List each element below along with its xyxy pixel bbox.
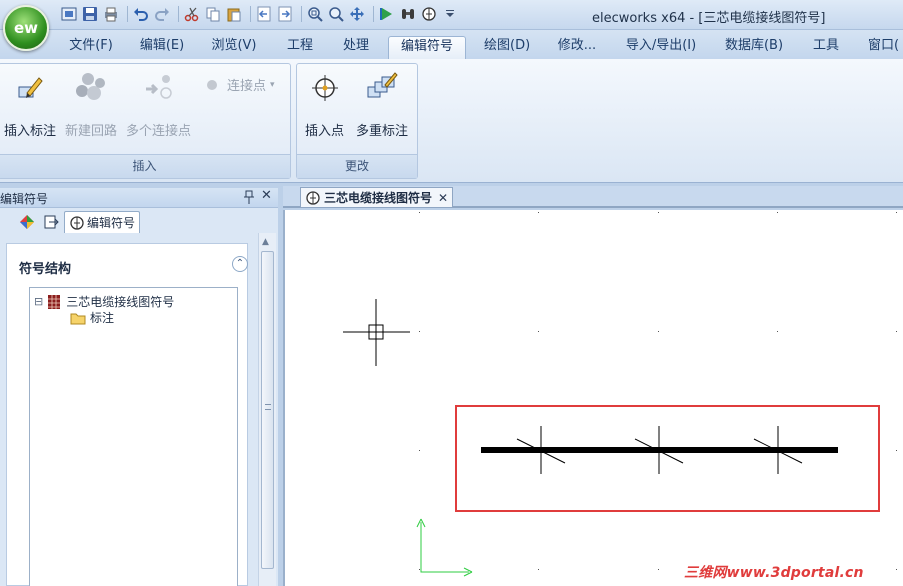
subtab-edit-symbol[interactable]: 编辑符号 (64, 211, 141, 233)
quick-access-toolbar (60, 4, 462, 24)
change-group-label: 更改 (297, 154, 417, 178)
panel-body: 符号结构 ⌃ ⊟ 三芯电缆接线图符号 标注 (0, 233, 278, 586)
document-tab-close[interactable]: ✕ (438, 191, 448, 205)
ribbon: 插入标注 新建回路 多个连接点 连接点 ▾ 插入 插入点 多重标注 更改 (0, 59, 903, 183)
forward-icon[interactable] (276, 5, 294, 23)
multi-annotation-icon (364, 70, 400, 106)
components-icon (20, 215, 34, 229)
ucs-axis-icon (416, 518, 473, 577)
copy-icon[interactable] (204, 5, 222, 23)
crosshair-icon (307, 70, 343, 106)
dropdown-icon[interactable] (441, 5, 459, 23)
watermark: 三维网www.3dportal.cn (684, 565, 864, 581)
tree-expander[interactable]: ⊟ (34, 295, 43, 308)
cut-icon[interactable] (183, 5, 201, 23)
tab-draw[interactable]: 绘图(D) (484, 36, 530, 59)
pin-icon[interactable] (244, 190, 254, 207)
insert-point-label: 插入点 (305, 124, 345, 139)
tab-edit[interactable]: 编辑(E) (139, 36, 185, 59)
new-circuit-button[interactable]: 新建回路 (65, 70, 117, 139)
tab-import-export[interactable]: 导入/导出(I) (624, 36, 698, 59)
connection-points-icon (141, 70, 177, 106)
tab-database[interactable]: 数据库(B) (724, 36, 784, 59)
multiple-connection-points-button[interactable]: 多个连接点 (126, 70, 191, 139)
scroll-up-icon[interactable]: ▲ (262, 237, 269, 247)
folder-icon (70, 313, 86, 324)
tree-item-root-label: 三芯电缆接线图符号 (66, 295, 175, 309)
tab-window[interactable]: 窗口( (868, 36, 903, 59)
circuit-spheres-icon (73, 70, 109, 106)
title-bar: elecworks x64 - [三芯电缆接线图符号] (0, 0, 903, 30)
drawing-canvas[interactable] (283, 210, 903, 586)
tree-item-root[interactable]: ⊟ 三芯电缆接线图符号 (34, 293, 174, 310)
panel-subtabs: 编辑符号 (0, 208, 278, 233)
symbol-icon (306, 190, 320, 205)
panel-scrollbar[interactable]: ▲ (258, 233, 276, 586)
back-icon[interactable] (255, 5, 273, 23)
tab-modify[interactable]: 修改... (557, 36, 597, 59)
document-tabs: 三芯电缆接线图符号 ✕ (283, 186, 903, 208)
app-logo: ew (13, 19, 39, 37)
zoom-window-icon[interactable] (306, 5, 324, 23)
subtab-edit-symbol-label: 编辑符号 (87, 216, 136, 230)
home-icon[interactable] (60, 5, 78, 23)
connection-point-label: 连接点 (227, 79, 267, 94)
drawing-svg (343, 212, 897, 577)
tab-edit-symbol[interactable]: 编辑符号 (388, 36, 466, 59)
insert-group-label: 插入 (0, 154, 290, 178)
multi-annotation-label: 多重标注 (356, 124, 409, 139)
connection-point-icon (207, 79, 217, 90)
insert-annotation-button[interactable]: 插入标注 (4, 70, 56, 139)
scroll-thumb[interactable] (261, 251, 274, 569)
insert-point-button[interactable]: 插入点 (305, 70, 344, 139)
print-icon[interactable] (102, 5, 120, 23)
save-icon[interactable] (81, 5, 99, 23)
app-menu-button[interactable]: ew (3, 5, 49, 51)
insert-group: 插入标注 新建回路 多个连接点 连接点 ▾ 插入 (0, 63, 291, 179)
multiple-connection-points-label: 多个连接点 (126, 124, 192, 139)
tab-tools[interactable]: 工具 (811, 36, 841, 59)
symbol-icon[interactable] (420, 5, 438, 23)
grid-dots (419, 212, 897, 570)
play-icon[interactable] (378, 5, 396, 23)
tree-item-annotation[interactable]: 标注 (70, 309, 114, 326)
subtab-document[interactable] (40, 211, 62, 233)
subtab-components[interactable] (16, 211, 38, 233)
window-title: elecworks x64 - [三芯电缆接线图符号] (592, 11, 826, 26)
redo-icon[interactable] (153, 5, 171, 23)
insert-annotation-label: 插入标注 (4, 124, 57, 139)
ribbon-tabs: 文件(F) 编辑(E) 浏览(V) 工程 处理 编辑符号 绘图(D) 修改...… (0, 30, 903, 59)
document-icon (44, 215, 59, 229)
symbol-tree: ⊟ 三芯电缆接线图符号 标注 (29, 287, 238, 586)
multi-annotation-button[interactable]: 多重标注 (356, 70, 408, 139)
symbol-icon (70, 215, 84, 230)
three-core-cable-symbol (481, 426, 838, 474)
panel-header: 编辑符号 ✕ (0, 188, 278, 208)
highlight-box (455, 405, 880, 512)
collapse-button[interactable]: ⌃ (232, 256, 248, 272)
chevron-down-icon: ▾ (270, 79, 275, 90)
paste-icon[interactable] (225, 5, 243, 23)
document-tab-label: 三芯电缆接线图符号 (324, 191, 433, 205)
symbol-structure-section: 符号结构 ⌃ ⊟ 三芯电缆接线图符号 标注 (6, 243, 248, 586)
zoom-icon[interactable] (327, 5, 345, 23)
pan-icon[interactable] (348, 5, 366, 23)
connection-point-button[interactable]: 连接点 ▾ (205, 75, 275, 94)
grid-icon (48, 294, 61, 309)
tab-process[interactable]: 处理 (341, 36, 371, 59)
tab-view[interactable]: 浏览(V) (211, 36, 257, 59)
pencil-tag-icon (12, 70, 48, 106)
tab-file[interactable]: 文件(F) (68, 36, 114, 59)
change-group: 插入点 多重标注 更改 (296, 63, 418, 179)
tree-item-annotation-label: 标注 (90, 311, 115, 325)
cursor-crosshair (343, 299, 410, 366)
document-tab[interactable]: 三芯电缆接线图符号 ✕ (300, 187, 454, 207)
panel-title: 编辑符号 (0, 192, 49, 206)
new-circuit-label: 新建回路 (65, 124, 118, 139)
section-title: 符号结构 (19, 262, 72, 277)
panel-close-button[interactable]: ✕ (261, 188, 272, 203)
binoculars-icon[interactable] (399, 5, 417, 23)
tab-project[interactable]: 工程 (285, 36, 315, 59)
undo-icon[interactable] (132, 5, 150, 23)
